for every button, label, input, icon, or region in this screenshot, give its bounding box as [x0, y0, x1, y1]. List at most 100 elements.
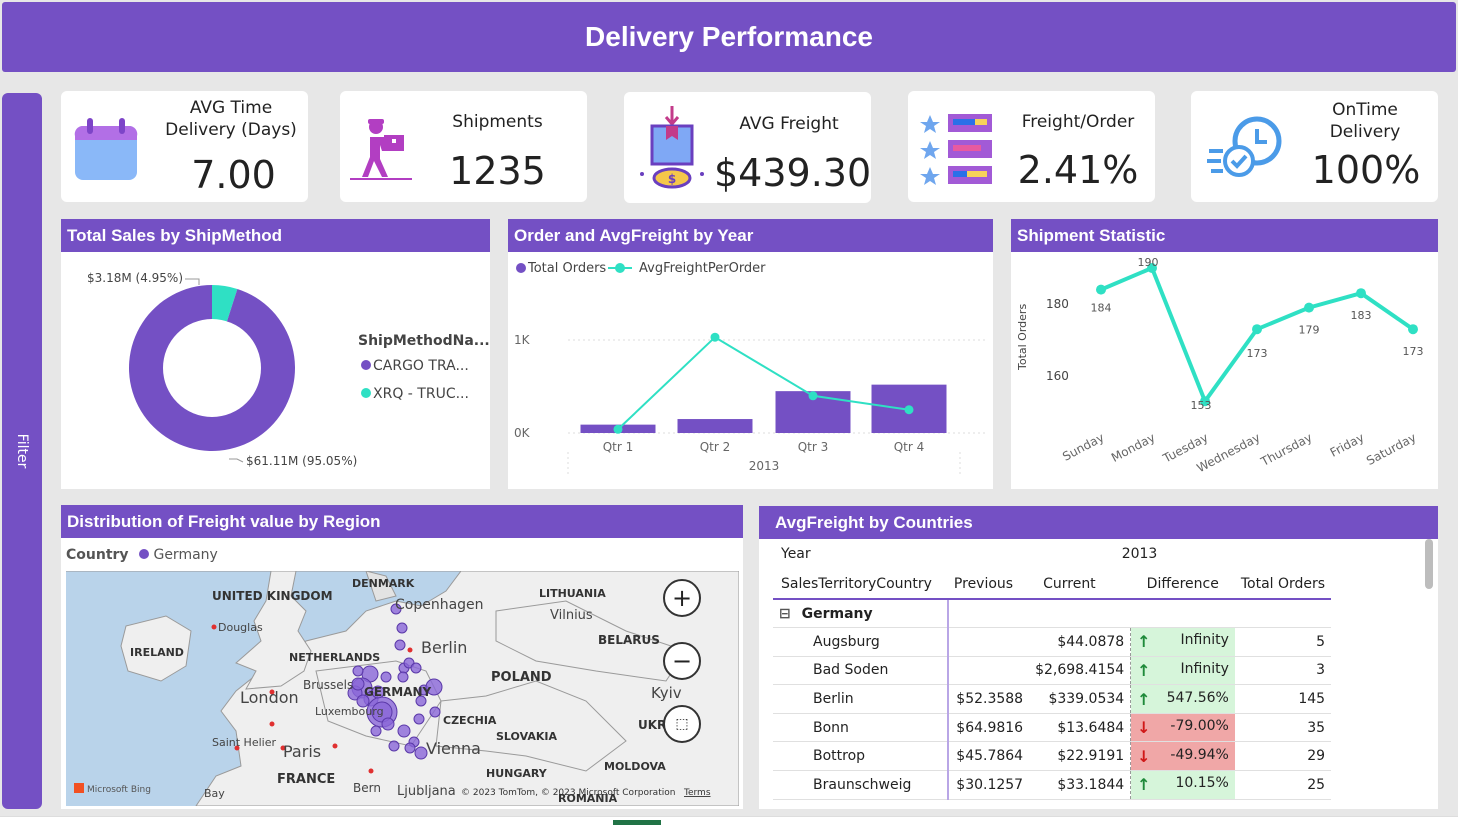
legend-field: Country: [66, 547, 129, 563]
kpi-card-shipments: Shipments 1235: [340, 91, 587, 202]
table-row[interactable]: Braunschweig $30.1257 $33.1844 ↑ 10.15% 25: [773, 770, 1332, 800]
x-tick-label: Thursday: [1258, 430, 1315, 469]
donut-chart-panel[interactable]: Total Sales by ShipMethod $3.18M (4.95%)…: [61, 219, 490, 489]
map-label: DENMARK: [352, 577, 415, 590]
column-header[interactable]: Previous: [947, 569, 1030, 600]
active-page-tab[interactable]: [613, 820, 661, 825]
select-area-button[interactable]: ⬚: [663, 705, 701, 743]
line-point[interactable]: [1356, 288, 1366, 299]
matrix-panel[interactable]: AvgFreight by Countries Year 2013 SalesT…: [759, 506, 1438, 809]
line-chart-panel[interactable]: Shipment Statistic Total Orders 180 160 …: [1011, 219, 1438, 489]
line-point[interactable]: [1096, 284, 1106, 295]
freight-bubble[interactable]: [394, 639, 406, 651]
x-axis-year-label: 2013: [749, 459, 780, 473]
previous-cell: [947, 627, 1030, 657]
x-tick-label: Sunday: [1060, 430, 1106, 463]
line-point[interactable]: [1408, 324, 1418, 335]
column-header[interactable]: Current: [1029, 569, 1131, 600]
previous-cell: $45.7864: [947, 741, 1030, 772]
column-header[interactable]: Total Orders: [1234, 569, 1332, 600]
legend-marker: [361, 360, 371, 370]
difference-cell: ↑ Infinity: [1130, 656, 1235, 686]
table-row[interactable]: Augsburg $44.0878 ↑ Infinity 5: [773, 627, 1332, 657]
donut-chart[interactable]: $3.18M (4.95%) $61.11M (95.05%) ShipMeth…: [61, 252, 490, 489]
city-cell: Bottrop: [773, 741, 949, 772]
dashboard-header: Delivery Performance: [2, 2, 1456, 72]
current-cell: $2,698.4154: [1029, 656, 1132, 686]
expand-collapse-icon[interactable]: ⊟: [779, 606, 791, 622]
freight-bubble[interactable]: [397, 724, 411, 738]
x-tick-label: Qtr 2: [700, 440, 731, 454]
scrollbar[interactable]: [1425, 539, 1433, 589]
data-label: 179: [1299, 324, 1320, 337]
line-point[interactable]: [904, 405, 914, 415]
orders-cell: 25: [1234, 770, 1332, 800]
bar-series: [580, 384, 947, 433]
table-row[interactable]: Berlin $52.3588 $339.0534 ↑ 547.56% 145: [773, 684, 1332, 714]
kpi-card-avg-freight: $ AVG Freight $439.30: [624, 92, 871, 203]
map-panel[interactable]: Distribution of Freight value by Region …: [61, 505, 743, 809]
filter-pane-toggle[interactable]: Filter: [2, 93, 42, 809]
freight-bubble[interactable]: [429, 706, 441, 718]
legend-item[interactable]: Germany: [153, 547, 217, 563]
legend-item[interactable]: Total Orders: [527, 261, 606, 276]
legend-item[interactable]: XRQ - TRUC...: [373, 386, 469, 402]
city-dot: [269, 721, 275, 727]
map-label: Paris: [283, 742, 321, 761]
legend-item[interactable]: CARGO TRA...: [373, 358, 469, 374]
x-tick-label: Friday: [1328, 430, 1367, 459]
freight-bubble[interactable]: [397, 671, 409, 683]
donut-hole: [163, 319, 261, 417]
combo-chart-panel[interactable]: Order and AvgFreight by Year Total Order…: [508, 219, 993, 489]
current-cell: $22.9191: [1029, 741, 1132, 772]
orders-cell: 35: [1234, 713, 1332, 743]
freight-bubble[interactable]: [388, 740, 400, 752]
line-point[interactable]: [613, 424, 623, 434]
difference-cell: ↓ -49.94%: [1130, 741, 1235, 772]
line-point[interactable]: [710, 332, 720, 342]
legend-item[interactable]: AvgFreightPerOrder: [639, 261, 766, 276]
map-label: Bay: [204, 787, 225, 800]
zoom-out-button[interactable]: −: [663, 642, 701, 680]
label-leader-large: [229, 458, 244, 463]
map-label: LITHUANIA: [539, 587, 606, 600]
bar[interactable]: [677, 419, 753, 433]
map-label: Kyiv: [651, 684, 682, 702]
freight-bubble[interactable]: [413, 713, 425, 725]
zoom-in-button[interactable]: +: [663, 579, 701, 617]
map-canvas[interactable]: UNITED KINGDOM DENMARK LITHUANIA BELARUS…: [66, 571, 739, 806]
freight-bubble[interactable]: [370, 725, 382, 737]
line-point[interactable]: [808, 391, 818, 401]
map-terms-link[interactable]: Terms: [683, 788, 711, 798]
map-label: UNITED KINGDOM: [212, 589, 333, 603]
column-header[interactable]: Year: [773, 539, 948, 569]
y-tick-label: 0K: [514, 426, 531, 440]
table-row[interactable]: Bonn $64.9816 $13.6484 ↓ -79.00% 35: [773, 713, 1332, 743]
orders-cell: 145: [1234, 684, 1332, 714]
kpi-label: AVG Freight: [739, 114, 839, 134]
table-row[interactable]: Bottrop $45.7864 $22.9191 ↓ -49.94% 29: [773, 741, 1332, 772]
label-leader-small: [185, 278, 200, 285]
freight-bubble[interactable]: [396, 622, 408, 634]
map-attribution: © 2023 TomTom, © 2023 Microsoft Corporat…: [461, 788, 675, 798]
y-tick-label: 160: [1046, 369, 1069, 383]
city-dot: [407, 647, 413, 653]
freight-bubble[interactable]: [410, 662, 422, 674]
city-dot: [368, 768, 374, 774]
data-label: 190: [1138, 256, 1159, 269]
combo-chart[interactable]: Total Orders AvgFreightPerOrder 1K 0K Qt…: [508, 252, 993, 489]
freight-bubble[interactable]: [351, 677, 365, 691]
freight-bubble[interactable]: [352, 665, 364, 677]
freight-bubble[interactable]: [380, 671, 392, 683]
line-point[interactable]: [1252, 324, 1262, 335]
column-header[interactable]: SalesTerritoryCountry: [773, 569, 948, 600]
column-header[interactable]: Difference: [1130, 569, 1235, 600]
kpi-value: 1235: [449, 149, 546, 193]
column-header-year[interactable]: 2013: [948, 539, 1331, 569]
freight-bubble[interactable]: [381, 717, 395, 731]
line-chart[interactable]: Total Orders 180 160 1841901531731791831…: [1011, 252, 1438, 489]
map-label: Douglas: [218, 621, 263, 634]
freight-bubble[interactable]: [404, 742, 416, 754]
line-point[interactable]: [1304, 302, 1314, 313]
table-row[interactable]: Bad Soden $2,698.4154 ↑ Infinity 3: [773, 656, 1332, 686]
